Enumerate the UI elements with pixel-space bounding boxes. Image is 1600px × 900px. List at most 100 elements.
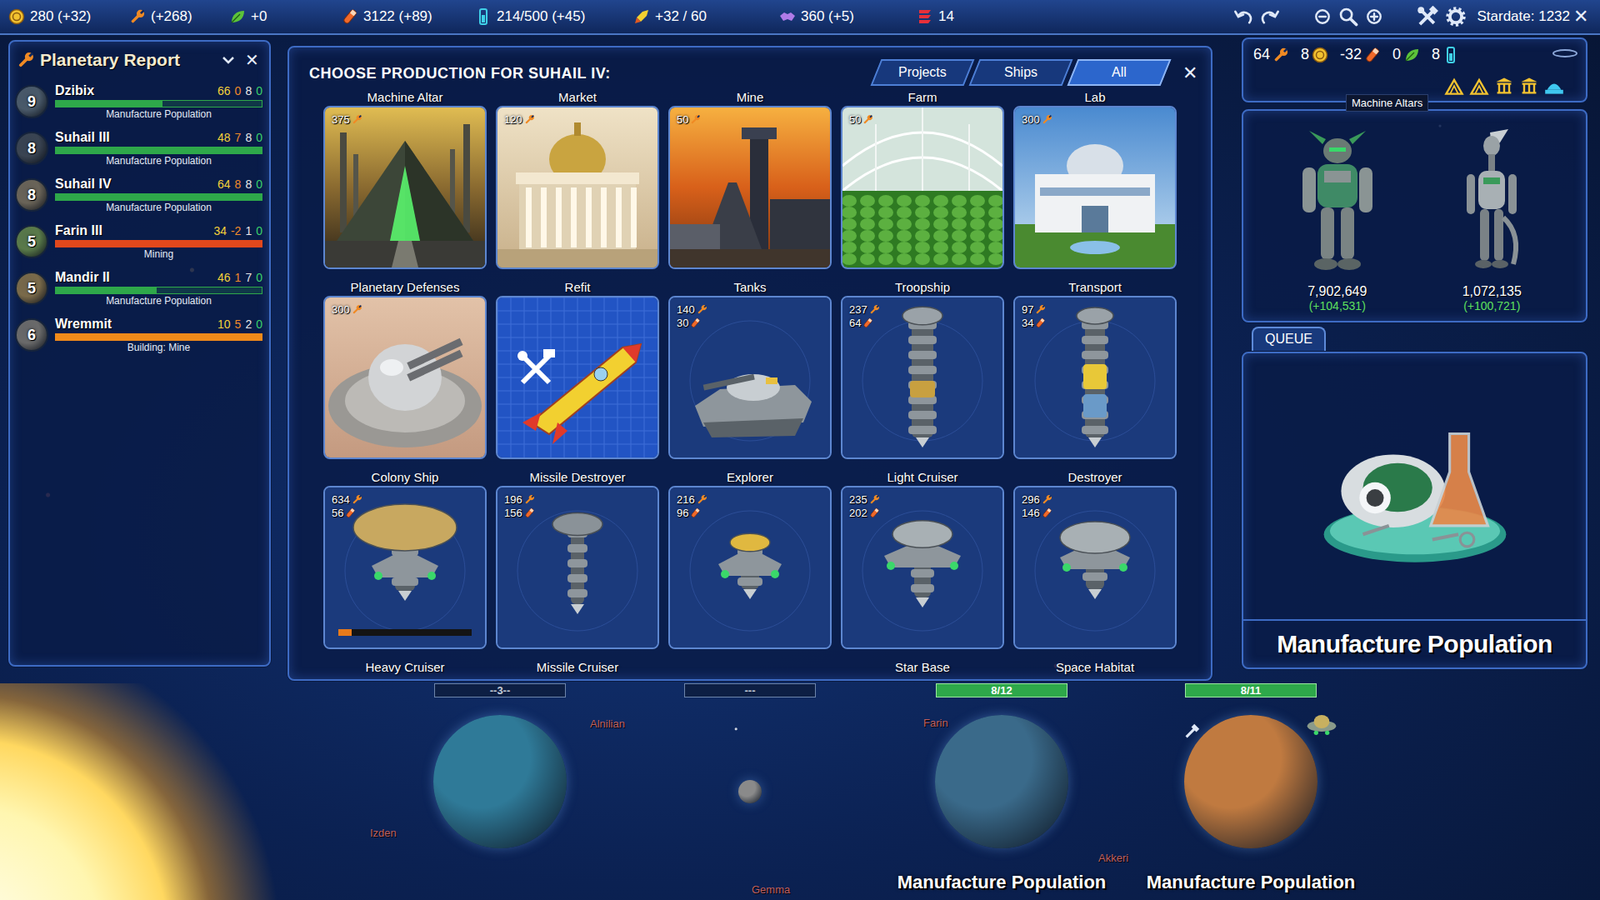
option-label: Missile Cruiser [495,659,660,676]
star-label[interactable]: Gemma [751,883,790,896]
production-option[interactable]: Troopship23764 [840,279,1005,460]
shovel-icon[interactable] [1183,720,1204,740]
production-option[interactable]: Tanks14030 [668,279,832,460]
search-icon[interactable] [1338,6,1359,27]
population-box: 7,902,649(+104,531)1,072,135(+100,721) [1241,109,1588,323]
planet[interactable] [935,715,1069,849]
production-option[interactable]: Planetary Defenses300 [323,279,487,460]
production-card[interactable]: 23764 [840,295,1005,460]
orbit-status[interactable]: 8/11 [1185,683,1317,698]
close-button[interactable]: ✕ [1177,60,1203,86]
planet-globe[interactable]: 5 [15,271,49,305]
planet-task: Building: Mine [55,341,263,355]
wrench-icon [16,50,35,70]
queue-item-title[interactable]: Manufacture Population [1243,619,1586,668]
undo-icon[interactable] [1233,6,1254,27]
planet-globe[interactable]: 8 [15,178,49,212]
close-button[interactable]: ✕ [1570,5,1592,28]
planet-globe[interactable]: 9 [15,85,49,119]
production-option[interactable]: Market120 [495,89,660,270]
collapse-icon[interactable] [220,51,237,69]
machine-altar-icon[interactable] [1444,75,1465,96]
cost-value: 97 [1021,303,1034,316]
planet-row[interactable]: 9Dzibix66080Manufacture Population [15,78,263,125]
production-card[interactable]: 63456 [323,485,487,650]
production-option[interactable]: Heavy Cruiser [323,659,487,676]
planet[interactable] [433,715,567,849]
production-option[interactable]: Destroyer296146 [1013,469,1177,650]
star-label[interactable]: Akkeri [1098,851,1129,865]
resource-counter: (+268) [129,8,230,25]
planet-stat: 8 [235,177,242,191]
option-label: Machine Altar [323,89,487,106]
production-card[interactable]: 300 [1013,105,1177,270]
tab[interactable]: Ships [969,59,1074,86]
production-option[interactable]: Refit [495,279,660,460]
production-card[interactable]: 50 [840,105,1005,270]
planet-globe[interactable]: 5 [15,225,49,259]
close-button[interactable]: ✕ [241,50,263,70]
production-option[interactable]: Colony Ship63456 [323,469,487,650]
production-card[interactable]: 120 [495,105,660,270]
orbit-status[interactable]: --3-- [434,683,566,698]
planet-row[interactable]: 5Farin III34-210Mining [15,218,263,265]
planet-row[interactable]: 6Wremmit10520Building: Mine [15,311,263,359]
food-icon [229,8,246,25]
lab-icon[interactable] [1544,75,1565,96]
production-option[interactable]: Light Cruiser235202 [840,469,1005,650]
planet-row[interactable]: 8Suhail III48780Manufacture Population [15,125,263,172]
orbit-status[interactable]: 8/12 [935,683,1068,698]
production-card[interactable]: 235202 [840,485,1005,650]
redo-icon[interactable] [1260,6,1280,27]
zoom-out-icon[interactable] [1313,7,1332,26]
market-icon[interactable] [1519,75,1540,96]
tab-bar: ProjectsShipsAll [875,59,1166,86]
machine-altar-icon[interactable] [1469,75,1490,96]
production-card[interactable]: 196156 [495,485,660,650]
production-option[interactable] [668,659,832,676]
production-option[interactable]: Transport9734 [1013,279,1177,460]
production-option[interactable]: Farm50 [840,89,1005,270]
production-option[interactable]: Explorer21696 [668,469,832,650]
production-card[interactable]: 296146 [1013,485,1177,650]
production-option[interactable]: Mine50 [668,89,832,270]
planet[interactable] [1184,715,1318,849]
planet-name: Suhail IV [55,176,112,192]
option-label: Troopship [840,279,1005,296]
planet-output: 648-3208 [1243,39,1586,70]
production-icon [351,114,363,125]
production-option[interactable]: Missile Cruiser [495,659,660,676]
tab[interactable]: Projects [870,59,975,86]
star-label[interactable]: Izden [370,826,397,840]
production-option[interactable]: Space Habitat [1013,659,1177,676]
production-option[interactable]: Missile Destroyer196156 [495,469,660,650]
market-icon[interactable] [1494,75,1515,96]
production-card[interactable]: 21696 [668,485,832,650]
production-card[interactable]: 14030 [668,295,832,460]
star-label[interactable]: Farin [923,716,949,730]
production-card[interactable]: 300 [323,295,487,460]
production-option[interactable]: Lab300 [1013,89,1177,270]
production-card[interactable]: 375 [323,105,487,270]
planet-row[interactable]: 5Mandir II46170Manufacture Population [15,265,263,312]
option-label: Star Base [840,659,1005,676]
production-card[interactable]: 9734 [1013,295,1177,460]
tools-icon[interactable] [1416,5,1439,28]
production-option[interactable]: Machine Altar375 [323,89,487,270]
tab[interactable]: All [1067,59,1172,86]
production-option[interactable]: Star Base [840,659,1005,676]
planet-globe[interactable]: 6 [15,318,49,352]
planet-stat: 10 [217,317,231,331]
moon[interactable] [738,780,762,804]
star-label[interactable]: Alnilian [590,717,625,730]
zoom-in-icon[interactable] [1365,7,1384,26]
planet-globe[interactable]: 8 [15,131,49,165]
planet-row[interactable]: 8Suhail IV64880Manufacture Population [15,171,263,219]
planet-stat: 7 [235,130,242,145]
queue-tab-row: QUEUE [1241,322,1588,352]
queue-tab[interactable]: QUEUE [1251,326,1326,352]
orbit-status[interactable]: --- [684,683,816,698]
gear-icon[interactable] [1445,5,1467,28]
production-card[interactable] [495,295,660,460]
production-card[interactable]: 50 [668,105,832,270]
